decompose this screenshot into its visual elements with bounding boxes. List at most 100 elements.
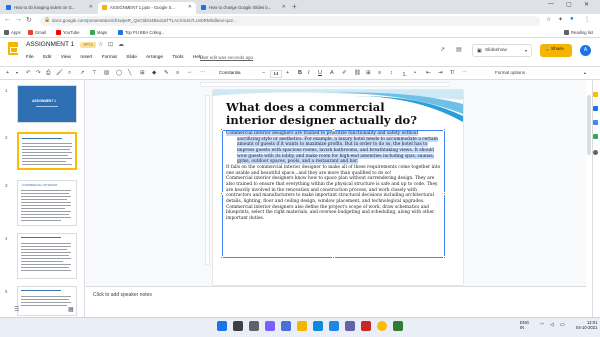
menu-slide[interactable]: Slide: [126, 55, 137, 60]
browser-tab[interactable]: How to change Google Slides b... ✕: [197, 2, 290, 14]
widgets-icon[interactable]: [265, 321, 275, 331]
task-view-icon[interactable]: [249, 321, 259, 331]
undo-icon[interactable]: ↶: [26, 70, 31, 76]
slide-title[interactable]: What does a commercial interior designer…: [226, 101, 426, 127]
italic-icon[interactable]: I: [308, 70, 310, 76]
selected-paragraph[interactable]: Commercial interior designers are traine…: [226, 131, 438, 165]
reading-list[interactable]: Reading list: [564, 30, 593, 35]
chat-icon[interactable]: [281, 321, 291, 331]
document-title[interactable]: ASSIGNMENT 1: [26, 41, 74, 48]
resize-handle[interactable]: [220, 192, 223, 195]
url-input[interactable]: 🔒 docs.google.com/presentation/d/1wpeR_Q…: [40, 16, 540, 26]
slide-body-text[interactable]: Commercial interior designers are traine…: [226, 131, 442, 222]
browser-tab-active[interactable]: ASSIGNMENT 1.pptx - Google S... ✕: [98, 2, 196, 14]
move-folder-icon[interactable]: ⊡: [108, 41, 113, 48]
contacts-icon[interactable]: [593, 120, 598, 125]
slide-thumbnail-2-selected[interactable]: [17, 132, 77, 170]
speaker-notes-area[interactable]: [86, 286, 586, 317]
clear-formatting-icon[interactable]: T̸: [450, 70, 453, 76]
last-edit-link[interactable]: Last edit was seconds ago: [200, 55, 253, 60]
more-icon[interactable]: ⋯: [462, 70, 468, 76]
teams-icon[interactable]: [345, 321, 355, 331]
border-color-icon[interactable]: ✎: [164, 70, 169, 76]
bulleted-list-icon[interactable]: •: [414, 70, 416, 76]
line-spacing-icon[interactable]: ↕: [390, 70, 393, 76]
store-icon[interactable]: [329, 321, 339, 331]
speaker-notes-placeholder[interactable]: Click to add speaker notes: [93, 292, 152, 298]
menu-arrange[interactable]: Arrange: [146, 55, 163, 60]
font-size-input[interactable]: 14: [270, 70, 282, 78]
scrollbar-thumb[interactable]: [587, 95, 591, 155]
tasks-icon[interactable]: [593, 106, 598, 111]
comment-icon[interactable]: ⊞: [366, 70, 371, 76]
app-icon[interactable]: [361, 321, 371, 331]
close-icon[interactable]: ✕: [188, 4, 192, 10]
decrease-font-icon[interactable]: −: [262, 70, 265, 76]
increase-indent-icon[interactable]: ⇥: [438, 70, 443, 76]
border-weight-icon[interactable]: ≡: [176, 70, 179, 76]
bookmark-maps[interactable]: Maps: [90, 30, 107, 35]
link-icon[interactable]: ⛓: [354, 70, 361, 76]
text-color-icon[interactable]: A: [330, 70, 334, 76]
maps-icon[interactable]: [593, 134, 598, 139]
keep-icon[interactable]: [593, 92, 598, 97]
language-indicator[interactable]: ENG IN: [520, 320, 529, 330]
bookmark-colleges[interactable]: Top PU BBA Colleg...: [118, 30, 165, 35]
battery-icon[interactable]: ▭: [560, 322, 565, 328]
slideshow-button[interactable]: ▣ Slideshow ▾: [472, 44, 532, 57]
text-box-icon[interactable]: ⊤: [92, 70, 97, 76]
profile-icon[interactable]: ●: [570, 16, 574, 22]
more-menu-icon[interactable]: ⋮: [584, 16, 590, 23]
avatar[interactable]: A: [580, 45, 591, 56]
print-icon[interactable]: ⎙: [46, 70, 50, 77]
image-icon[interactable]: ▨: [104, 70, 109, 76]
close-icon[interactable]: ✕: [89, 4, 93, 10]
add-slide-icon[interactable]: +: [6, 70, 9, 76]
select-cursor-icon[interactable]: ➚: [80, 70, 85, 76]
bookmark-gmail[interactable]: Gmail: [28, 30, 46, 35]
underline-icon[interactable]: U: [318, 70, 322, 76]
zoom-icon[interactable]: ⌕: [68, 70, 71, 77]
highlight-icon[interactable]: ✐: [342, 70, 347, 76]
close-icon[interactable]: ✕: [282, 4, 286, 10]
comment-icon[interactable]: ▤: [456, 46, 462, 53]
slides-logo-icon[interactable]: [8, 42, 18, 55]
chevron-down-icon[interactable]: ▾: [16, 70, 18, 75]
menu-tools[interactable]: Tools: [172, 55, 183, 60]
align-icon[interactable]: ≡: [378, 70, 381, 76]
add-addon-icon[interactable]: [593, 150, 598, 155]
line-icon[interactable]: ╲: [128, 70, 131, 76]
decrease-indent-icon[interactable]: ⇤: [426, 70, 431, 76]
menu-edit[interactable]: Edit: [43, 55, 51, 60]
wifi-icon[interactable]: ◠: [540, 322, 544, 328]
slide-thumbnail-4[interactable]: [17, 233, 77, 279]
activity-icon[interactable]: ↗: [440, 46, 445, 53]
menu-insert[interactable]: Insert: [80, 55, 92, 60]
browser-tab[interactable]: How to do hanging indent on G... ✕: [2, 2, 97, 14]
comment-add-icon[interactable]: ⊞: [140, 70, 145, 76]
menu-view[interactable]: View: [61, 55, 71, 60]
extensions-icon[interactable]: ✦: [558, 16, 563, 23]
file-explorer-icon[interactable]: [297, 321, 307, 331]
search-icon[interactable]: [233, 321, 243, 331]
reload-icon[interactable]: ↻: [26, 16, 32, 24]
minimize-icon[interactable]: —: [548, 1, 554, 7]
bookmark-apps[interactable]: Apps: [4, 30, 21, 35]
menu-file[interactable]: File: [26, 55, 34, 60]
volume-icon[interactable]: ◁: [550, 322, 554, 328]
grid-view-icon[interactable]: ▦: [68, 306, 74, 313]
paragraph[interactable]: It falls on the commercial interior desi…: [226, 165, 442, 176]
fill-color-icon[interactable]: ◆: [152, 70, 156, 76]
more-icon[interactable]: ⋯: [200, 70, 206, 76]
resize-handle[interactable]: [332, 256, 335, 259]
close-window-icon[interactable]: ✕: [584, 1, 589, 8]
cloud-status-icon[interactable]: ☁: [118, 41, 124, 48]
chevron-up-icon[interactable]: ▴: [584, 70, 586, 75]
maximize-icon[interactable]: ▢: [566, 1, 572, 8]
shape-icon[interactable]: ◯: [116, 70, 122, 76]
paint-format-icon[interactable]: 🖌: [56, 70, 63, 76]
forward-arrow-icon[interactable]: →: [15, 16, 22, 23]
chevron-down-icon[interactable]: ▾: [525, 48, 527, 53]
share-button[interactable]: 🔒 Share: [540, 44, 572, 57]
chrome-icon[interactable]: [377, 321, 387, 331]
